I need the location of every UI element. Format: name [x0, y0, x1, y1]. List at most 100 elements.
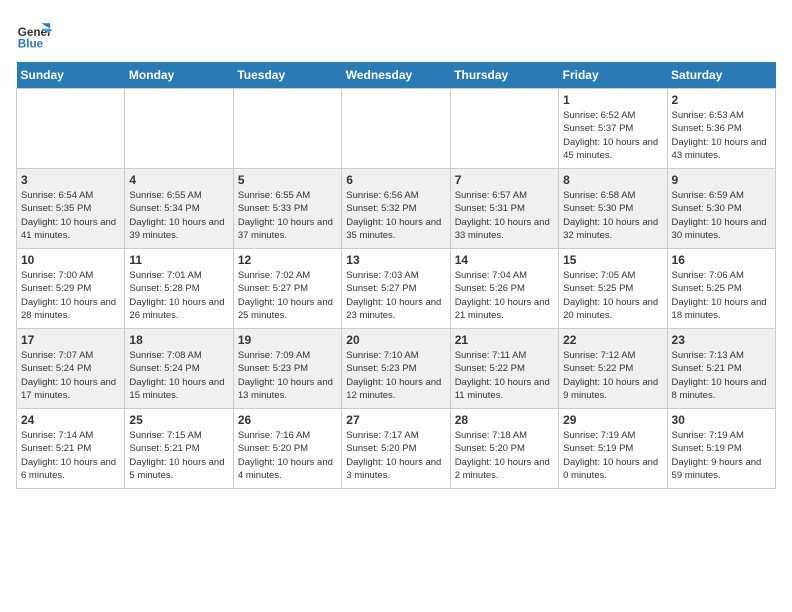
day-number: 29 — [563, 413, 662, 427]
day-info: Sunrise: 7:18 AM Sunset: 5:20 PM Dayligh… — [455, 429, 554, 482]
day-number: 18 — [129, 333, 228, 347]
day-number: 9 — [672, 173, 771, 187]
calendar-cell — [450, 89, 558, 169]
day-info: Sunrise: 6:56 AM Sunset: 5:32 PM Dayligh… — [346, 189, 445, 242]
day-number: 28 — [455, 413, 554, 427]
calendar-cell: 24 Sunrise: 7:14 AM Sunset: 5:21 PM Dayli… — [17, 409, 125, 489]
day-number: 27 — [346, 413, 445, 427]
day-info: Sunrise: 7:15 AM Sunset: 5:21 PM Dayligh… — [129, 429, 228, 482]
calendar-day-header: Thursday — [450, 62, 558, 89]
calendar-cell: 3 Sunrise: 6:54 AM Sunset: 5:35 PM Daylig… — [17, 169, 125, 249]
day-number: 2 — [672, 93, 771, 107]
calendar-cell: 27 Sunrise: 7:17 AM Sunset: 5:20 PM Dayli… — [342, 409, 450, 489]
day-info: Sunrise: 7:06 AM Sunset: 5:25 PM Dayligh… — [672, 269, 771, 322]
day-number: 24 — [21, 413, 120, 427]
day-info: Sunrise: 7:09 AM Sunset: 5:23 PM Dayligh… — [238, 349, 337, 402]
calendar-cell: 8Sunrise: 6:58 AM Sunset: 5:30 PM Daylig… — [559, 169, 667, 249]
calendar-day-header: Tuesday — [233, 62, 341, 89]
calendar-cell: 29Sunrise: 7:19 AM Sunset: 5:19 PM Dayli… — [559, 409, 667, 489]
calendar-week-row: 24 Sunrise: 7:14 AM Sunset: 5:21 PM Dayli… — [17, 409, 776, 489]
day-number: 23 — [672, 333, 771, 347]
day-info: Sunrise: 7:01 AM Sunset: 5:28 PM Dayligh… — [129, 269, 228, 322]
calendar-day-header: Sunday — [17, 62, 125, 89]
calendar-cell: 14Sunrise: 7:04 AM Sunset: 5:26 PM Dayli… — [450, 249, 558, 329]
day-number: 17 — [21, 333, 120, 347]
calendar-cell: 9 Sunrise: 6:59 AM Sunset: 5:30 PM Daylig… — [667, 169, 775, 249]
calendar-cell — [342, 89, 450, 169]
day-info: Sunrise: 7:17 AM Sunset: 5:20 PM Dayligh… — [346, 429, 445, 482]
calendar-day-header: Monday — [125, 62, 233, 89]
calendar-cell: 18 Sunrise: 7:08 AM Sunset: 5:24 PM Dayli… — [125, 329, 233, 409]
calendar-cell — [125, 89, 233, 169]
day-info: Sunrise: 7:03 AM Sunset: 5:27 PM Dayligh… — [346, 269, 445, 322]
day-info: Sunrise: 7:12 AM Sunset: 5:22 PM Dayligh… — [563, 349, 662, 402]
calendar-header-row: SundayMondayTuesdayWednesdayThursdayFrid… — [17, 62, 776, 89]
calendar-cell: 11 Sunrise: 7:01 AM Sunset: 5:28 PM Dayli… — [125, 249, 233, 329]
day-info: Sunrise: 7:05 AM Sunset: 5:25 PM Dayligh… — [563, 269, 662, 322]
day-info: Sunrise: 6:55 AM Sunset: 5:34 PM Dayligh… — [129, 189, 228, 242]
day-info: Sunrise: 7:16 AM Sunset: 5:20 PM Dayligh… — [238, 429, 337, 482]
calendar-cell: 17 Sunrise: 7:07 AM Sunset: 5:24 PM Dayli… — [17, 329, 125, 409]
calendar-cell — [233, 89, 341, 169]
day-info: Sunrise: 6:58 AM Sunset: 5:30 PM Dayligh… — [563, 189, 662, 242]
day-info: Sunrise: 7:02 AM Sunset: 5:27 PM Dayligh… — [238, 269, 337, 322]
day-info: Sunrise: 7:07 AM Sunset: 5:24 PM Dayligh… — [21, 349, 120, 402]
day-number: 14 — [455, 253, 554, 267]
day-info: Sunrise: 7:19 AM Sunset: 5:19 PM Dayligh… — [672, 429, 771, 482]
day-info: Sunrise: 7:11 AM Sunset: 5:22 PM Dayligh… — [455, 349, 554, 402]
day-number: 10 — [21, 253, 120, 267]
day-info: Sunrise: 7:08 AM Sunset: 5:24 PM Dayligh… — [129, 349, 228, 402]
calendar-week-row: 1 Sunrise: 6:52 AM Sunset: 5:37 PM Daylig… — [17, 89, 776, 169]
day-number: 6 — [346, 173, 445, 187]
calendar-cell: 19Sunrise: 7:09 AM Sunset: 5:23 PM Dayli… — [233, 329, 341, 409]
calendar-cell: 12 Sunrise: 7:02 AM Sunset: 5:27 PM Dayli… — [233, 249, 341, 329]
day-info: Sunrise: 7:10 AM Sunset: 5:23 PM Dayligh… — [346, 349, 445, 402]
calendar-cell: 28 Sunrise: 7:18 AM Sunset: 5:20 PM Dayli… — [450, 409, 558, 489]
calendar-cell: 15 Sunrise: 7:05 AM Sunset: 5:25 PM Dayli… — [559, 249, 667, 329]
day-info: Sunrise: 7:14 AM Sunset: 5:21 PM Dayligh… — [21, 429, 120, 482]
calendar-cell: 1 Sunrise: 6:52 AM Sunset: 5:37 PM Daylig… — [559, 89, 667, 169]
calendar-cell: 16Sunrise: 7:06 AM Sunset: 5:25 PM Dayli… — [667, 249, 775, 329]
day-info: Sunrise: 6:57 AM Sunset: 5:31 PM Dayligh… — [455, 189, 554, 242]
calendar-cell: 21 Sunrise: 7:11 AM Sunset: 5:22 PM Dayli… — [450, 329, 558, 409]
calendar-week-row: 10 Sunrise: 7:00 AM Sunset: 5:29 PM Dayli… — [17, 249, 776, 329]
day-number: 20 — [346, 333, 445, 347]
day-number: 21 — [455, 333, 554, 347]
calendar-day-header: Wednesday — [342, 62, 450, 89]
header: General Blue — [16, 16, 776, 52]
calendar-day-header: Saturday — [667, 62, 775, 89]
day-info: Sunrise: 6:54 AM Sunset: 5:35 PM Dayligh… — [21, 189, 120, 242]
calendar-cell: 10 Sunrise: 7:00 AM Sunset: 5:29 PM Dayli… — [17, 249, 125, 329]
day-number: 15 — [563, 253, 662, 267]
day-number: 7 — [455, 173, 554, 187]
logo: General Blue — [16, 16, 52, 52]
svg-text:Blue: Blue — [18, 38, 44, 51]
calendar-cell: 5Sunrise: 6:55 AM Sunset: 5:33 PM Daylig… — [233, 169, 341, 249]
calendar-cell: 26 Sunrise: 7:16 AM Sunset: 5:20 PM Dayli… — [233, 409, 341, 489]
calendar-cell: 6 Sunrise: 6:56 AM Sunset: 5:32 PM Daylig… — [342, 169, 450, 249]
day-number: 4 — [129, 173, 228, 187]
day-number: 13 — [346, 253, 445, 267]
day-number: 25 — [129, 413, 228, 427]
day-number: 12 — [238, 253, 337, 267]
day-number: 1 — [563, 93, 662, 107]
day-info: Sunrise: 6:59 AM Sunset: 5:30 PM Dayligh… — [672, 189, 771, 242]
calendar-cell: 22 Sunrise: 7:12 AM Sunset: 5:22 PM Dayli… — [559, 329, 667, 409]
calendar-cell: 20 Sunrise: 7:10 AM Sunset: 5:23 PM Dayli… — [342, 329, 450, 409]
day-number: 5 — [238, 173, 337, 187]
calendar-cell: 30 Sunrise: 7:19 AM Sunset: 5:19 PM Dayli… — [667, 409, 775, 489]
calendar-cell: 25 Sunrise: 7:15 AM Sunset: 5:21 PM Dayli… — [125, 409, 233, 489]
day-info: Sunrise: 7:00 AM Sunset: 5:29 PM Dayligh… — [21, 269, 120, 322]
calendar-cell: 4 Sunrise: 6:55 AM Sunset: 5:34 PM Daylig… — [125, 169, 233, 249]
calendar-cell: 7 Sunrise: 6:57 AM Sunset: 5:31 PM Daylig… — [450, 169, 558, 249]
day-number: 30 — [672, 413, 771, 427]
day-info: Sunrise: 6:53 AM Sunset: 5:36 PM Dayligh… — [672, 109, 771, 162]
day-info: Sunrise: 6:52 AM Sunset: 5:37 PM Dayligh… — [563, 109, 662, 162]
day-number: 3 — [21, 173, 120, 187]
day-number: 26 — [238, 413, 337, 427]
day-number: 11 — [129, 253, 228, 267]
calendar-cell — [17, 89, 125, 169]
day-number: 22 — [563, 333, 662, 347]
calendar-cell: 2 Sunrise: 6:53 AM Sunset: 5:36 PM Daylig… — [667, 89, 775, 169]
day-info: Sunrise: 7:13 AM Sunset: 5:21 PM Dayligh… — [672, 349, 771, 402]
